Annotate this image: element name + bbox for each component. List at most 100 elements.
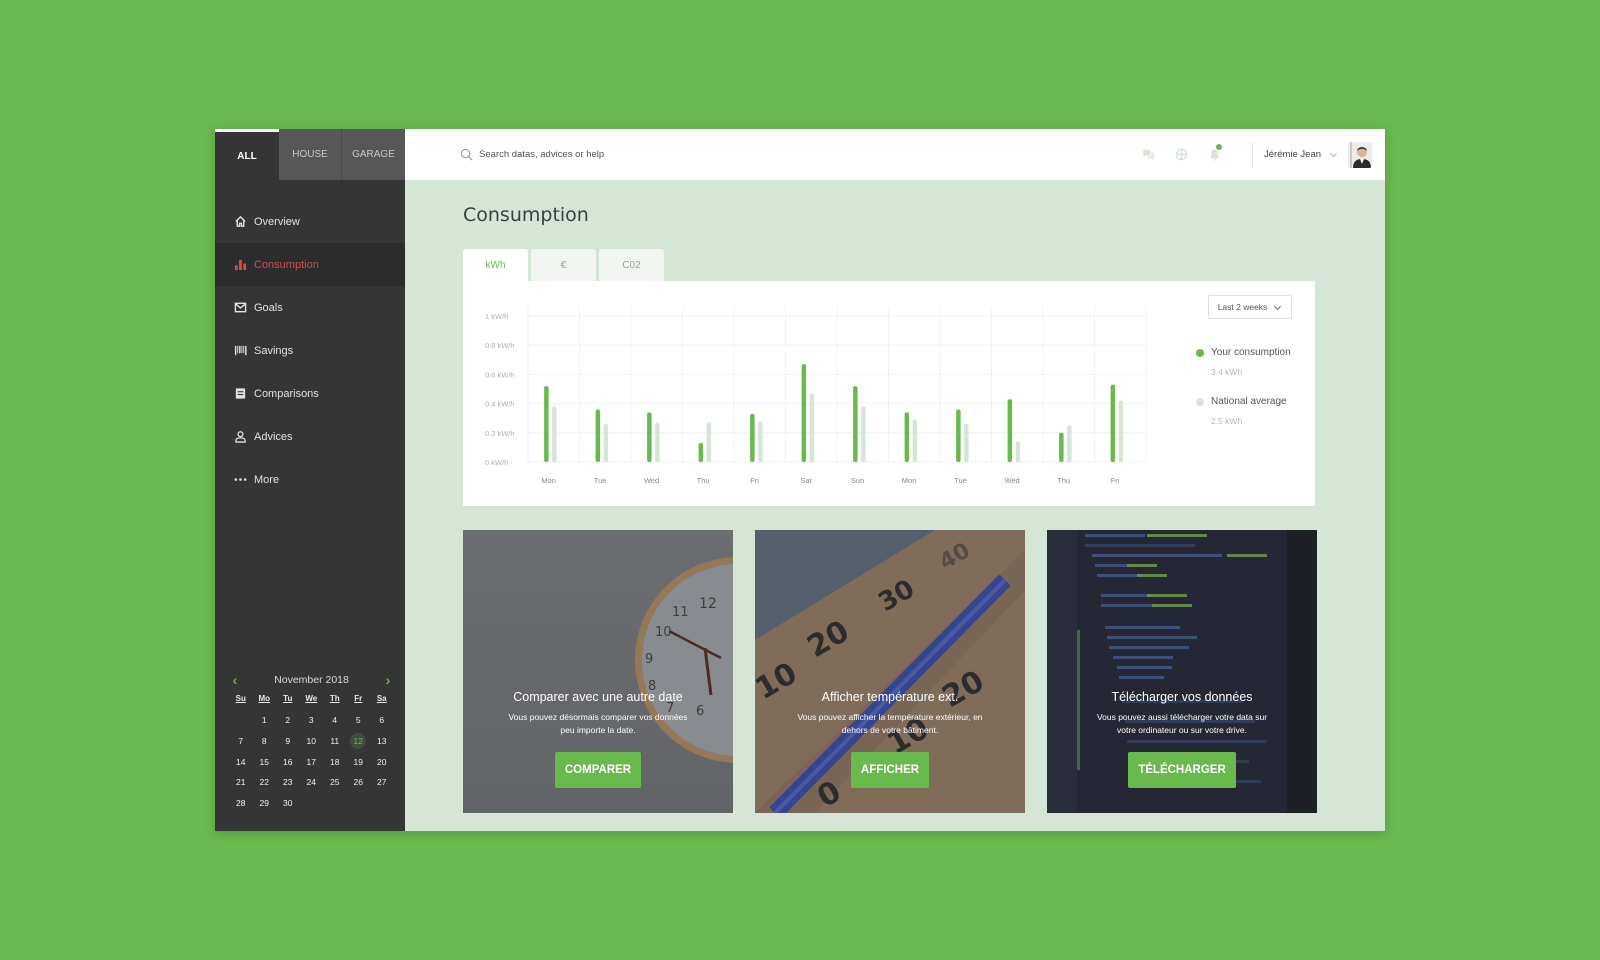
scope-tab-all[interactable]: ALL	[215, 129, 279, 180]
calendar-day[interactable]: 18	[323, 751, 347, 772]
scope-tab-garage[interactable]: GARAGE	[342, 129, 405, 180]
calendar-weekday: Tu	[283, 694, 293, 703]
sidebar-item-savings[interactable]: Savings	[215, 329, 405, 372]
sidebar-item-comparisons[interactable]: Comparisons	[215, 372, 405, 415]
calendar-weekday: Th	[329, 694, 340, 703]
chevron-right-icon[interactable]: ›	[382, 672, 394, 688]
calendar-day[interactable]: 26	[347, 772, 371, 793]
home-icon	[233, 215, 247, 229]
user-menu[interactable]: Jérémie Jean	[1264, 129, 1373, 180]
tab-kwh[interactable]: kWh	[463, 249, 528, 281]
top-header: Jérémie Jean	[405, 129, 1385, 180]
sidebar-item-overview[interactable]: Overview	[215, 200, 405, 243]
tab-co2[interactable]: C02	[599, 249, 664, 281]
bell-icon[interactable]	[1206, 144, 1222, 162]
calendar-day[interactable]: 9	[276, 731, 300, 752]
bar-national-average	[964, 424, 969, 462]
calendar-day[interactable]: 23	[276, 772, 300, 793]
card-compare: 12 11 10 9 8 7 6 Comparer avec une autre…	[463, 530, 733, 813]
x-tick-label: Sat	[800, 476, 812, 485]
ellipsis-icon	[233, 473, 247, 487]
legend-value: 3.4 kWh	[1211, 367, 1243, 377]
notification-badge	[1216, 144, 1222, 150]
card-title: Afficher température ext.	[821, 690, 959, 704]
calendar-day[interactable]: 15	[253, 751, 277, 772]
bar-chart-icon	[233, 258, 247, 272]
bar-national-average	[603, 424, 609, 462]
bar-your-consumption	[698, 443, 704, 462]
calendar-day-selected[interactable]: 12	[347, 731, 371, 752]
calendar-day[interactable]: 1	[253, 710, 277, 731]
calendar-weekday: Su	[235, 694, 246, 703]
calendar-empty	[229, 710, 253, 731]
calendar-day[interactable]: 19	[347, 751, 371, 772]
x-tick-label: Thu	[1057, 476, 1070, 485]
calendar-day[interactable]: 17	[300, 751, 324, 772]
sidebar: ALL HOUSE GARAGE Overview Consumption Go…	[215, 129, 405, 831]
calendar-grid: Su Mo Tu We Th Fr Sa 1 2 3 4 5 6 7 8 9 10 11 12 13 14 15 16 17 1…	[229, 694, 394, 813]
tab-euro[interactable]: €	[531, 249, 596, 281]
calendar-day[interactable]: 6	[370, 710, 394, 731]
download-button[interactable]: TÉLÉCHARGER	[1128, 752, 1236, 788]
calendar-day[interactable]: 4	[323, 710, 347, 731]
chevron-left-icon[interactable]: ‹	[229, 672, 241, 688]
calendar-day[interactable]: 16	[276, 751, 300, 772]
legend-dot	[1196, 397, 1204, 406]
y-tick-label: 0 kW/h	[485, 458, 508, 467]
avatar[interactable]	[1348, 141, 1373, 168]
scope-tabs: ALL HOUSE GARAGE	[215, 129, 405, 180]
x-tick-label: Thu	[697, 476, 710, 485]
action-cards: 12 11 10 9 8 7 6 Comparer avec une autre…	[463, 530, 1317, 813]
compare-button[interactable]: COMPARER	[554, 752, 642, 788]
bar-national-average	[1118, 400, 1124, 462]
y-tick-label: 1 kW/h	[485, 312, 508, 321]
sidebar-item-consumption[interactable]: Consumption	[215, 243, 405, 286]
bar-your-consumption	[544, 386, 549, 462]
calendar-weekday: Sa	[376, 694, 387, 703]
calendar-day[interactable]: 22	[253, 772, 277, 793]
calendar-day[interactable]: 25	[323, 772, 347, 793]
calendar-day[interactable]: 27	[370, 772, 394, 793]
scope-tab-house[interactable]: HOUSE	[279, 129, 342, 180]
bar-national-average	[758, 421, 763, 462]
globe-icon[interactable]	[1173, 146, 1189, 162]
y-tick-label: 0.6 kW/h	[485, 370, 515, 379]
x-tick-label: Sun	[851, 476, 864, 485]
calendar-day[interactable]: 11	[323, 731, 347, 752]
period-select-value: Last 2 weeks	[1217, 302, 1268, 312]
bar-national-average	[552, 406, 557, 462]
calendar-day[interactable]: 24	[300, 772, 324, 793]
period-select[interactable]: Last 2 weeks	[1208, 295, 1292, 319]
legend-item-your-consumption: Your consumption 3.4 kWh	[1196, 347, 1291, 377]
calendar-day[interactable]: 28	[229, 793, 253, 814]
chat-icon[interactable]	[1140, 146, 1156, 162]
search-input[interactable]	[479, 149, 779, 160]
calendar-day[interactable]: 10	[300, 731, 324, 752]
sidebar-item-goals[interactable]: Goals	[215, 286, 405, 329]
display-button[interactable]: AFFICHER	[850, 752, 930, 788]
calendar-day[interactable]: 21	[229, 772, 253, 793]
search-bar[interactable]	[460, 148, 860, 161]
calendar-day[interactable]: 14	[229, 751, 253, 772]
calendar-day[interactable]: 5	[347, 710, 371, 731]
calendar-month-title: November 2018	[274, 674, 349, 686]
calendar-day[interactable]: 2	[276, 710, 300, 731]
calendar-day[interactable]: 30	[276, 793, 300, 814]
x-tick-label: Tue	[594, 476, 607, 485]
calendar-day[interactable]: 29	[253, 793, 277, 814]
y-tick-label: 0.8 kW/h	[485, 341, 515, 350]
sidebar-item-label: Overview	[254, 215, 300, 228]
legend-value: 2.5 kWh	[1211, 416, 1243, 426]
x-tick-label: Mon	[541, 476, 556, 485]
sidebar-nav: Overview Consumption Goals Savings Compa…	[215, 200, 405, 501]
card-title: Comparer avec une autre date	[513, 690, 683, 704]
sidebar-item-advices[interactable]: Advices	[215, 415, 405, 458]
calendar-day[interactable]: 7	[229, 731, 253, 752]
calendar-day[interactable]: 8	[253, 731, 277, 752]
calendar-day[interactable]: 20	[370, 751, 394, 772]
x-tick-label: Wed	[1004, 476, 1019, 485]
calendar-day[interactable]: 3	[300, 710, 324, 731]
legend-label: National average	[1211, 396, 1287, 407]
sidebar-item-more[interactable]: More	[215, 458, 405, 501]
calendar-day[interactable]: 13	[370, 731, 394, 752]
